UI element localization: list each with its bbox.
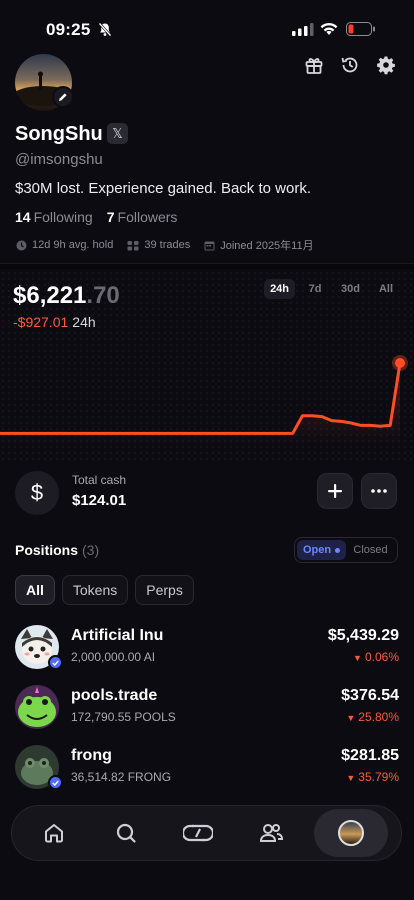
position-filters: All Tokens Perps (15, 575, 194, 605)
token-change-value: 0.06% (364, 650, 399, 664)
x-link-badge[interactable]: 𝕏 (107, 123, 128, 144)
token-name: Artificial Inu (71, 627, 164, 644)
following-count: 14 (15, 209, 31, 225)
portfolio-chart[interactable] (0, 345, 414, 445)
history-icon[interactable] (340, 55, 360, 75)
follow-stats: 14 Following 7 Followers (15, 209, 177, 225)
chart-end-point (395, 358, 405, 368)
positions-count: (3) (82, 542, 100, 558)
position-row[interactable]: pools.trade 172,790.55 POOLS $376.54 ▼ 25… (15, 684, 399, 736)
positions-label: Positions (15, 542, 79, 558)
token-value: $281.85 (341, 747, 399, 764)
trades-icon (127, 240, 139, 250)
bottom-nav (11, 805, 402, 861)
wifi-icon (320, 22, 338, 35)
nav-profile[interactable] (313, 809, 388, 857)
plus-icon (328, 484, 342, 498)
down-arrow-icon: ▼ (353, 653, 362, 663)
toggle-closed[interactable]: Closed (346, 540, 395, 560)
nav-social[interactable] (242, 809, 300, 857)
following-link[interactable]: 14 Following (15, 209, 93, 225)
filter-perps[interactable]: Perps (135, 575, 194, 605)
profile-bio: $30M lost. Experience gained. Back to wo… (15, 180, 311, 197)
portfolio-change: -$927.01 24h (13, 314, 96, 330)
token-change: ▼ 35.79% (346, 770, 399, 784)
toggle-open[interactable]: Open (297, 540, 346, 560)
portfolio-value-cents: .70 (86, 282, 120, 309)
position-row[interactable]: frong 36,514.82 FRONG $281.85 ▼ 35.79% (15, 744, 399, 796)
followers-link[interactable]: 7 Followers (107, 209, 178, 225)
nav-home[interactable] (25, 809, 83, 857)
calendar-icon (204, 241, 215, 250)
edit-avatar-button[interactable] (52, 86, 74, 108)
open-closed-toggle: Open Closed (294, 537, 398, 563)
timeframe-24h[interactable]: 24h (264, 279, 296, 299)
position-row[interactable]: Artificial Inu 2,000,000.00 AI $5,439.29… (15, 624, 399, 676)
filter-all[interactable]: All (15, 575, 55, 605)
token-amount: 2,000,000.00 AI (71, 650, 156, 664)
cash-label: Total cash (72, 473, 127, 487)
token-amount: 36,514.82 FRONG (71, 770, 172, 784)
profile-meta: 12d 9h avg. hold 39 trades Joined 2025年1… (16, 237, 314, 253)
clock-icon (16, 240, 27, 250)
add-cash-button[interactable] (317, 473, 353, 509)
gear-icon[interactable] (376, 55, 396, 75)
token-change-value: 35.79% (358, 770, 399, 784)
timeframe-30d[interactable]: 30d (335, 279, 366, 299)
token-value: $5,439.29 (327, 627, 399, 644)
down-arrow-icon: ▼ (346, 773, 356, 783)
search-icon (117, 823, 136, 843)
token-change: ▼ 25.80% (346, 710, 399, 724)
followers-label: Followers (117, 209, 178, 225)
gift-icon[interactable] (304, 55, 324, 75)
status-time: 09:25 (46, 20, 91, 39)
toggle-open-label: Open (302, 544, 332, 556)
verified-icon (48, 655, 63, 670)
ellipsis-icon (371, 489, 387, 493)
home-icon (45, 824, 64, 843)
bell-off-icon (98, 22, 112, 37)
swap-icon (183, 824, 214, 842)
profile-name: SongShu (15, 123, 103, 145)
filter-tokens[interactable]: Tokens (61, 575, 129, 605)
followers-count: 7 (106, 209, 115, 225)
profile-handle: @imsongshu (15, 151, 103, 168)
cash-value: $124.01 (72, 492, 127, 509)
portfolio-value-whole: $6,221 (13, 282, 87, 309)
cash-icon: $ (15, 471, 59, 515)
joined-date: Joined 2025年11月 (220, 240, 314, 252)
verified-icon (48, 775, 63, 790)
token-amount: 172,790.55 POOLS (71, 710, 176, 724)
active-dot (335, 547, 341, 553)
change-period: 24h (72, 314, 96, 330)
down-arrow-icon: ▼ (346, 713, 356, 723)
status-bar: 09:25 (0, 0, 414, 50)
change-amount: -$927.01 (13, 314, 69, 330)
positions-title: Positions (3) (15, 542, 99, 558)
avg-hold: 12d 9h avg. hold (32, 239, 114, 251)
timeframe-all[interactable]: All (372, 279, 400, 299)
portfolio-value: $6,221.70 (13, 282, 120, 310)
profile-avatar-icon (337, 820, 364, 846)
battery-icon (346, 22, 375, 36)
pencil-icon (59, 93, 67, 101)
signal-icon (292, 23, 314, 36)
more-options-button[interactable] (361, 473, 397, 509)
token-change: ▼ 0.06% (353, 650, 399, 664)
timeframe-7d[interactable]: 7d (301, 279, 329, 299)
token-name: pools.trade (71, 687, 158, 704)
users-icon (259, 824, 283, 842)
following-label: Following (33, 209, 93, 225)
token-value: $376.54 (341, 687, 399, 704)
trade-count: 39 trades (144, 239, 191, 251)
timeframe-selector: 24h 7d 30d All (264, 279, 400, 299)
nav-search[interactable] (97, 809, 155, 857)
section-divider (0, 263, 414, 269)
pools-trade-token-icon (15, 685, 59, 729)
token-change-value: 25.80% (358, 710, 399, 724)
token-name: frong (71, 747, 112, 764)
profile-actions (304, 55, 396, 75)
nav-swap[interactable] (169, 809, 227, 857)
